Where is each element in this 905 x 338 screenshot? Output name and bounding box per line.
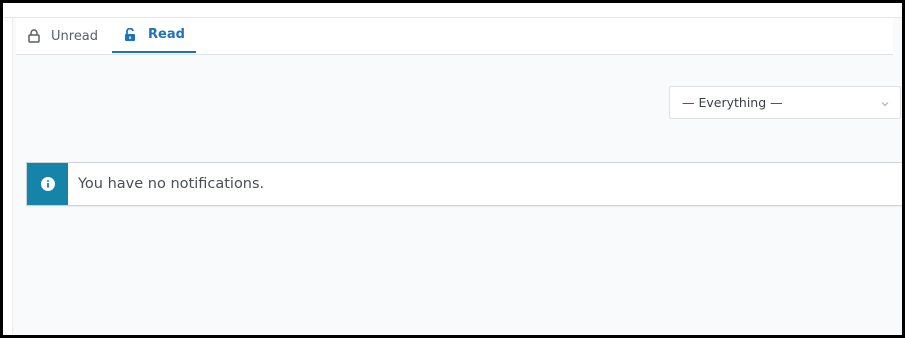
tab-read-label: Read (148, 27, 185, 42)
top-bar (3, 3, 902, 18)
filter-select[interactable]: — Everything — (669, 86, 901, 119)
tab-unread-label: Unread (51, 28, 99, 44)
filter-selected-value: — Everything — (682, 95, 783, 110)
chevron-down-icon (880, 97, 890, 107)
notification-tabs: Unread Read (16, 18, 893, 55)
unlock-icon (124, 27, 136, 42)
tab-unread[interactable]: Unread (28, 18, 98, 54)
info-icon (27, 163, 68, 205)
alert-message: You have no notifications. (78, 176, 265, 192)
lock-icon (28, 29, 40, 43)
app-frame: Unread Read — Everything — You have no n… (3, 3, 902, 335)
info-alert: You have no notifications. (26, 162, 902, 206)
tab-read[interactable]: Read (112, 18, 196, 53)
